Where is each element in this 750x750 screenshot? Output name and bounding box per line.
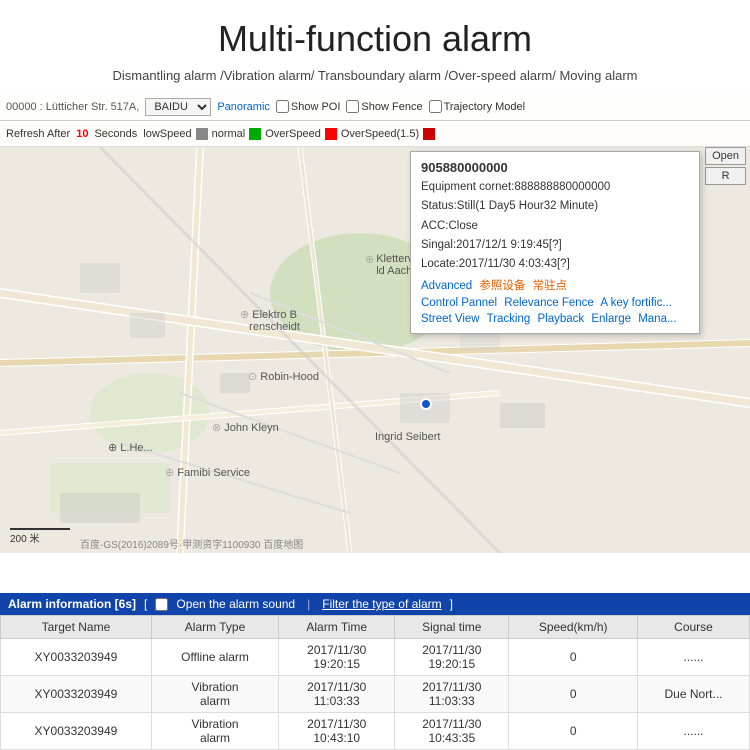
alarm-filter-link[interactable]: Filter the type of alarm (322, 597, 441, 611)
popup-link-fence[interactable]: Relevance Fence (504, 297, 594, 309)
place-lhe: ⊕ L.He... (108, 441, 153, 454)
alarm-panel: Alarm information [6s] [ Open the alarm … (0, 593, 750, 750)
header-section: Multi-function alarm Dismantling alarm /… (0, 0, 750, 93)
popup-link-streetview[interactable]: Street View (421, 313, 480, 325)
place-ingrid: Ingrid Seibert (375, 431, 440, 443)
overspeed-label: OverSpeed (265, 128, 321, 140)
popup-signal: Singal:2017/12/1 9:19:45[?] (421, 237, 689, 254)
alarm-bracket-close: ] (450, 597, 453, 611)
col-course: Course (638, 616, 750, 639)
popup-link-control[interactable]: Control Pannel (421, 297, 497, 309)
alarm-header: Alarm information [6s] [ Open the alarm … (0, 593, 750, 615)
alarm-table-row: XY0033203949 Vibrationalarm 2017/11/3010… (1, 713, 750, 750)
speed-legend: lowSpeed normal OverSpeed OverSpeed(1.5) (143, 128, 435, 140)
popup-links-row1: Advanced 参照设备 常驻点 (421, 277, 689, 293)
cell-signal-time-0: 2017/11/3019:20:15 (395, 639, 509, 676)
trajectory-model-checkbox[interactable]: Trajectory Model (429, 100, 526, 113)
map-secondbar: Refresh After 10 Seconds lowSpeed normal… (0, 121, 750, 147)
map-popup: 905880000000 Equipment cornet:8888888800… (410, 151, 700, 334)
refresh-unit: Seconds (94, 128, 137, 140)
low-speed-box (196, 128, 208, 140)
popup-id: 905880000000 (421, 160, 689, 175)
popup-links-row2: Control Pannel Relevance Fence A key for… (421, 297, 689, 309)
cell-signal-time-1: 2017/11/3011:03:33 (395, 676, 509, 713)
popup-links-row3: Street View Tracking Playback Enlarge Ma… (421, 313, 689, 325)
map-container: 00000 : Lütticher Str. 517A, BAIDU Googl… (0, 93, 750, 553)
popup-link-canshu[interactable]: 参照设备 (479, 280, 525, 292)
map-btn-group: Open R (705, 147, 746, 185)
main-title: Multi-function alarm (20, 18, 730, 60)
popup-acc: ACC:Close (421, 218, 689, 235)
open-button[interactable]: Open (705, 147, 746, 165)
alarm-sound-checkbox[interactable] (155, 598, 168, 611)
popup-equipment: Equipment cornet:888888880000000 (421, 179, 689, 196)
alarm-table: Target Name Alarm Type Alarm Time Signal… (0, 615, 750, 750)
cell-alarm-type-0: Offline alarm (151, 639, 278, 676)
cell-alarm-time-2: 2017/11/3010:43:10 (279, 713, 395, 750)
cell-signal-time-2: 2017/11/3010:43:35 (395, 713, 509, 750)
refresh-label: Refresh After (6, 128, 70, 140)
alarm-table-row: XY0033203949 Offline alarm 2017/11/3019:… (1, 639, 750, 676)
cell-target-1: XY0033203949 (1, 676, 152, 713)
cell-speed-1: 0 (509, 676, 638, 713)
popup-status: Status:Still(1 Day5 Hour32 Minute) (421, 198, 689, 215)
popup-link-advanced[interactable]: Advanced (421, 280, 472, 292)
place-johnkleyn: ⊗ John Kleyn (212, 421, 279, 434)
cell-course-2: ...... (638, 713, 750, 750)
map-copyright: 百度-GS(2016)2089号·甲测资字1100930 百度地图 (80, 536, 303, 551)
map-source-select[interactable]: BAIDU Google (145, 98, 211, 116)
alarm-table-header-row: Target Name Alarm Type Alarm Time Signal… (1, 616, 750, 639)
popup-link-enlarge[interactable]: Enlarge (591, 313, 631, 325)
popup-link-playback[interactable]: Playback (537, 313, 584, 325)
cell-speed-2: 0 (509, 713, 638, 750)
cell-alarm-time-0: 2017/11/3019:20:15 (279, 639, 395, 676)
map-topbar: 00000 : Lütticher Str. 517A, BAIDU Googl… (0, 93, 750, 121)
cell-speed-0: 0 (509, 639, 638, 676)
popup-link-mana[interactable]: Mana... (638, 313, 676, 325)
col-target: Target Name (1, 616, 152, 639)
popup-link-tracking[interactable]: Tracking (487, 313, 531, 325)
popup-link-fortify[interactable]: A key fortific... (600, 297, 672, 309)
scale-text: 200 米 (10, 530, 70, 545)
overspeed15-label: OverSpeed(1.5) (341, 128, 419, 140)
place-elektro: ⊕ Elektro B renscheidt (240, 308, 300, 333)
col-alarm-time: Alarm Time (279, 616, 395, 639)
place-famibi: ⊕ Famibi Service (165, 466, 250, 479)
scale-bar: 200 米 (10, 528, 70, 545)
cell-alarm-type-2: Vibrationalarm (151, 713, 278, 750)
popup-link-changzhu[interactable]: 常驻点 (533, 280, 568, 292)
cell-course-0: ...... (638, 639, 750, 676)
alarm-table-row: XY0033203949 Vibrationalarm 2017/11/3011… (1, 676, 750, 713)
cell-course-1: Due Nort... (638, 676, 750, 713)
map-marker (420, 398, 432, 410)
r-button[interactable]: R (705, 167, 746, 185)
cell-alarm-time-1: 2017/11/3011:03:33 (279, 676, 395, 713)
cell-target-2: XY0033203949 (1, 713, 152, 750)
cell-target-0: XY0033203949 (1, 639, 152, 676)
map-address: 00000 : Lütticher Str. 517A, (6, 101, 139, 113)
low-speed-label: lowSpeed (143, 128, 191, 140)
overspeed15-box (423, 128, 435, 140)
refresh-seconds: 10 (76, 128, 88, 140)
cell-alarm-type-1: Vibrationalarm (151, 676, 278, 713)
popup-locate: Locate:2017/11/30 4:03:43[?] (421, 256, 689, 273)
col-speed: Speed(km/h) (509, 616, 638, 639)
show-fence-checkbox[interactable]: Show Fence (346, 100, 422, 113)
alarm-bracket: [ (144, 597, 147, 611)
normal-label: normal (212, 128, 246, 140)
place-robinhood: ⊙ Robin-Hood (248, 370, 319, 383)
subtitle: Dismantling alarm /Vibration alarm/ Tran… (20, 68, 730, 83)
alarm-separator: | (307, 597, 310, 611)
col-signal-time: Signal time (395, 616, 509, 639)
alarm-title: Alarm information [6s] (8, 597, 136, 611)
normal-box (249, 128, 261, 140)
col-alarm-type: Alarm Type (151, 616, 278, 639)
show-poi-checkbox[interactable]: Show POI (276, 100, 341, 113)
alarm-sound-label: Open the alarm sound (176, 597, 295, 611)
overspeed-box (325, 128, 337, 140)
map-panoramic-link[interactable]: Panoramic (217, 101, 270, 113)
